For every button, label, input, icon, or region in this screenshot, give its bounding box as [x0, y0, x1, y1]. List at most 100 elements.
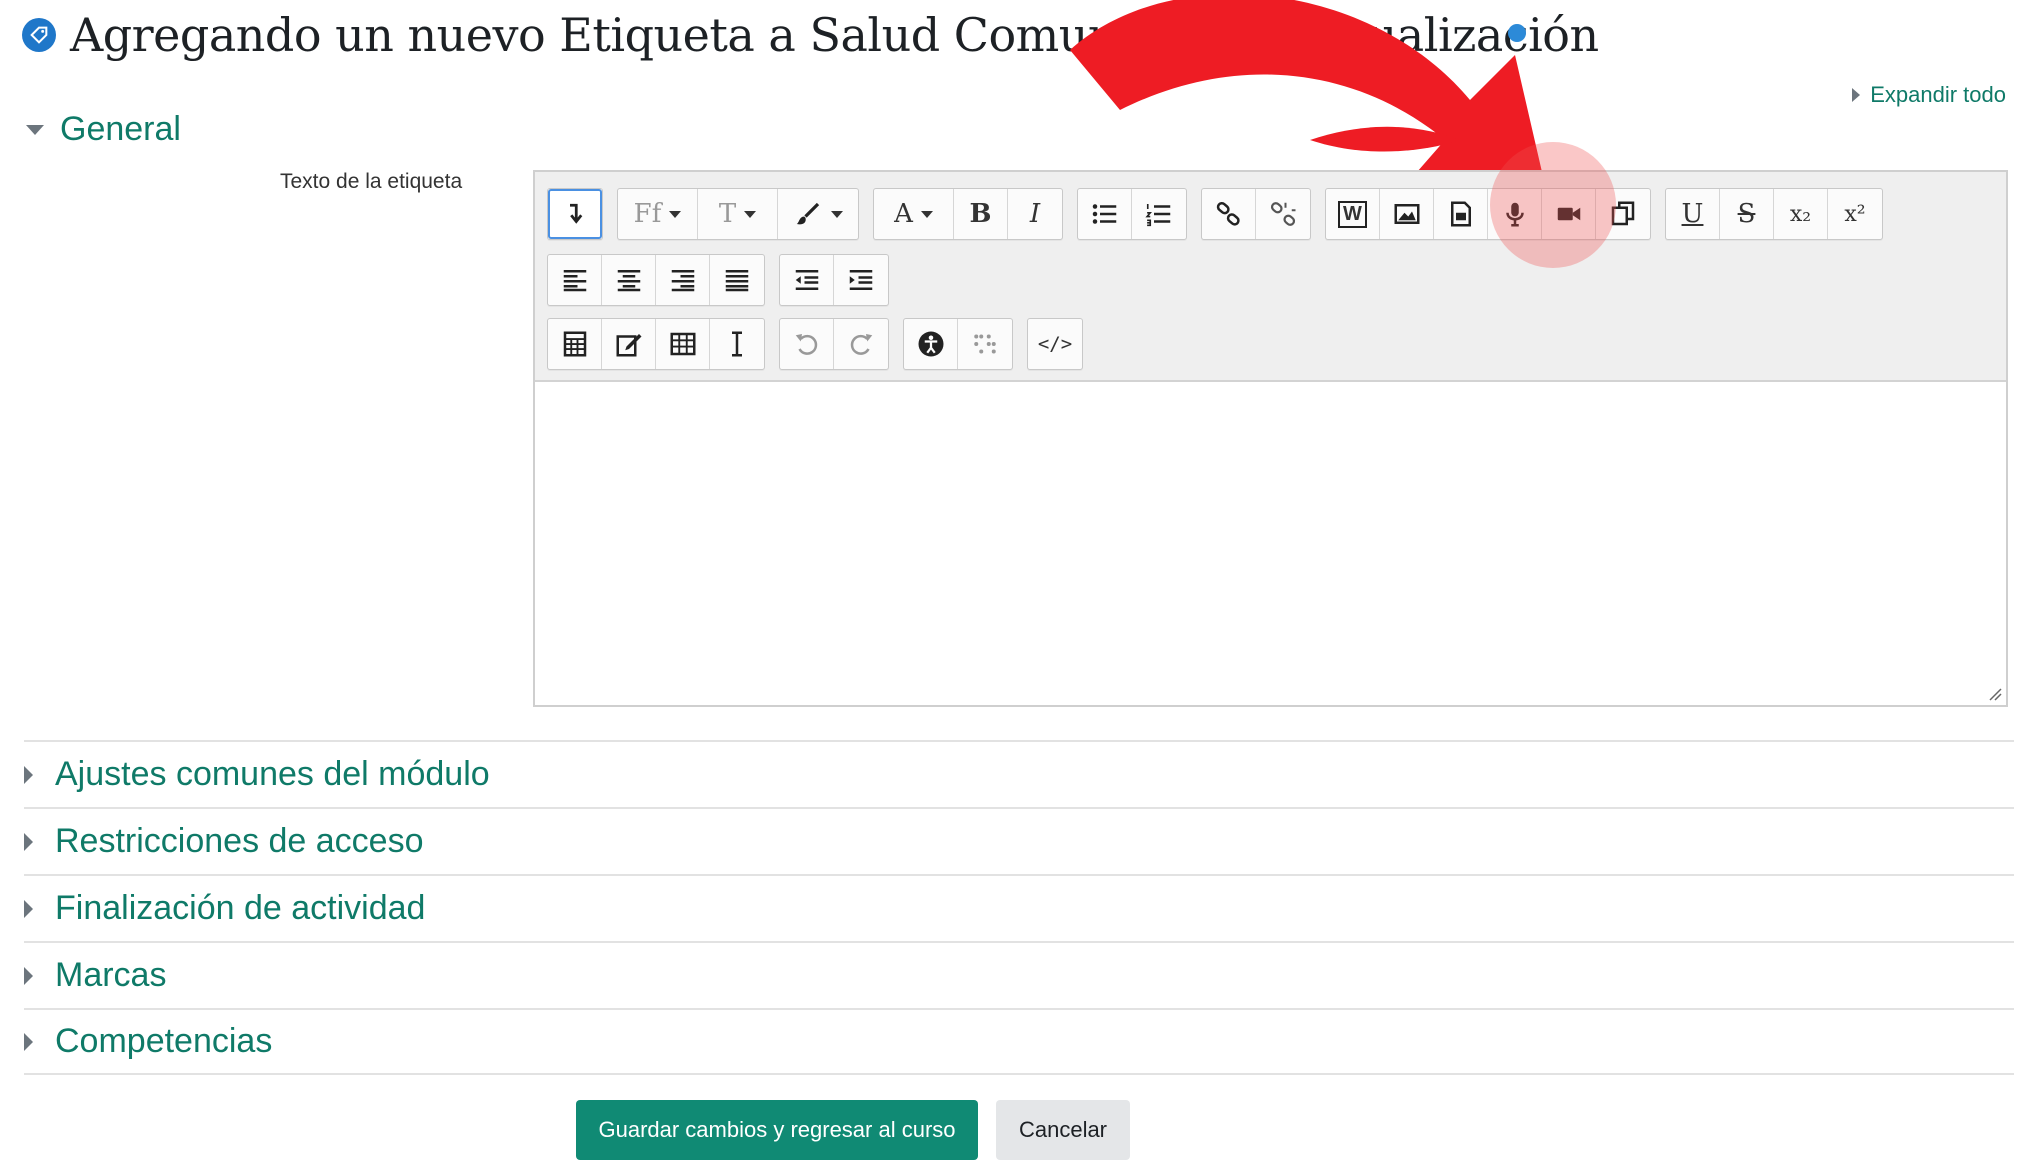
clear-formatting-button[interactable]	[710, 319, 764, 369]
toolbar-group-align	[547, 254, 765, 306]
caret-down-icon	[831, 210, 843, 218]
expand-all-label: Expandir todo	[1870, 82, 2006, 107]
bold-button[interactable]: B	[954, 189, 1008, 239]
code-icon: </>	[1037, 333, 1073, 355]
atto-editor: Ff T A B I W U S x₂ x² </>	[533, 170, 2008, 707]
microphone-icon	[1505, 202, 1524, 227]
expand-all-link[interactable]: Expandir todo	[1852, 82, 2006, 108]
align-left-icon	[563, 270, 586, 292]
strikethrough-button[interactable]: S	[1720, 189, 1774, 239]
label-module-icon	[22, 18, 56, 52]
toolbar-row-2	[547, 254, 903, 306]
bullet-list-icon	[1092, 204, 1116, 224]
toolbar-group-collapse	[547, 188, 603, 240]
help-icon[interactable]	[1508, 24, 1526, 42]
toolbar-group-format: A B I	[873, 188, 1063, 240]
section-marcas[interactable]: Marcas	[24, 941, 2014, 1008]
record-audio-button[interactable]	[1488, 189, 1542, 239]
copy-files-icon	[1611, 201, 1635, 226]
unlink-icon	[1270, 202, 1296, 226]
file-media-icon	[1450, 201, 1471, 227]
section-finalizacion[interactable]: Finalización de actividad	[24, 874, 2014, 941]
superscript-label: x²	[1844, 201, 1866, 227]
paintbrush-icon	[796, 202, 820, 225]
section-ajustes-comunes[interactable]: Ajustes comunes del módulo	[24, 740, 2014, 807]
font-color-label: A	[894, 199, 913, 229]
align-justify-icon	[725, 270, 749, 292]
toolbar-group-font: Ff T	[617, 188, 859, 240]
italic-button[interactable]: I	[1008, 189, 1062, 239]
link-button[interactable]	[1202, 189, 1256, 239]
triangle-right-icon	[24, 765, 33, 784]
subscript-button[interactable]: x₂	[1774, 189, 1828, 239]
table-icon	[670, 332, 695, 356]
record-video-button[interactable]	[1542, 189, 1596, 239]
underline-label: U	[1681, 199, 1704, 229]
font-family-button[interactable]: Ff	[618, 189, 698, 239]
word-icon: W	[1338, 200, 1367, 228]
caret-down-icon	[669, 210, 682, 218]
save-and-return-button[interactable]: Guardar cambios y regresar al curso	[576, 1100, 978, 1160]
video-camera-icon	[1557, 207, 1580, 221]
equation-button[interactable]	[548, 319, 602, 369]
styles-button[interactable]	[778, 189, 858, 239]
section-restricciones[interactable]: Restricciones de acceso	[24, 807, 2014, 874]
strikethrough-label: S	[1737, 199, 1756, 229]
redo-button[interactable]	[834, 319, 888, 369]
image-icon	[1394, 204, 1419, 224]
undo-button[interactable]	[780, 319, 834, 369]
font-color-button[interactable]: A	[874, 189, 954, 239]
manage-files-button[interactable]	[1596, 189, 1650, 239]
toolbar-group-html: </>	[1027, 318, 1083, 370]
arrow-down-icon	[570, 203, 583, 224]
superscript-button[interactable]: x²	[1828, 189, 1882, 239]
align-right-button[interactable]	[656, 255, 710, 305]
html-source-button[interactable]: </>	[1028, 319, 1082, 369]
toolbar-group-lists	[1077, 188, 1187, 240]
show-more-buttons[interactable]	[548, 189, 602, 239]
text-cursor-icon	[732, 331, 742, 357]
align-center-button[interactable]	[602, 255, 656, 305]
image-button[interactable]	[1380, 189, 1434, 239]
editor-toolbar: Ff T A B I W U S x₂ x² </>	[535, 172, 2006, 382]
section-general-toggle[interactable]: General	[26, 110, 181, 149]
toolbar-group-style: U S x₂ x²	[1665, 188, 1883, 240]
indent-icon	[849, 270, 873, 290]
editor-content-area[interactable]	[535, 382, 2006, 705]
braille-icon	[974, 334, 996, 354]
toolbar-group-accessibility	[903, 318, 1013, 370]
triangle-right-icon	[24, 899, 33, 918]
media-button[interactable]	[1434, 189, 1488, 239]
triangle-right-icon	[24, 966, 33, 985]
word-import-button[interactable]: W	[1326, 189, 1380, 239]
numbered-list-icon	[1145, 204, 1171, 227]
outdent-button[interactable]	[780, 255, 834, 305]
caret-down-icon	[744, 210, 757, 218]
font-size-label: T	[718, 199, 737, 229]
cancel-button[interactable]: Cancelar	[996, 1100, 1130, 1160]
special-characters-button[interactable]	[602, 319, 656, 369]
outdent-icon	[795, 270, 818, 290]
subscript-label: x₂	[1789, 201, 1812, 227]
underline-button[interactable]: U	[1666, 189, 1720, 239]
resize-handle-icon[interactable]	[1986, 685, 2002, 701]
font-size-button[interactable]: T	[698, 189, 778, 239]
toolbar-group-insert	[547, 318, 765, 370]
ordered-list-button[interactable]	[1132, 189, 1186, 239]
accessibility-checker-button[interactable]	[904, 319, 958, 369]
align-left-button[interactable]	[548, 255, 602, 305]
screenreader-helper-button[interactable]	[958, 319, 1012, 369]
unlink-button[interactable]	[1256, 189, 1310, 239]
unordered-list-button[interactable]	[1078, 189, 1132, 239]
justify-button[interactable]	[710, 255, 764, 305]
triangle-right-icon	[24, 1032, 33, 1051]
font-family-label: Ff	[633, 199, 662, 229]
triangle-down-icon	[26, 124, 44, 135]
redo-icon	[850, 334, 873, 355]
edit-icon	[616, 334, 641, 357]
indent-button[interactable]	[834, 255, 888, 305]
link-icon	[1216, 201, 1240, 226]
triangle-right-icon	[1852, 88, 1861, 102]
table-button[interactable]	[656, 319, 710, 369]
section-competencias[interactable]: Competencias	[24, 1008, 2014, 1075]
